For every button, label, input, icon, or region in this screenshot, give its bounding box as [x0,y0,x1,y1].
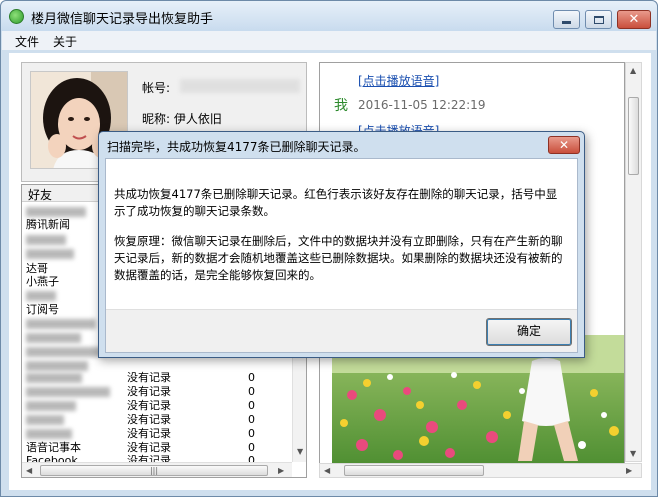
nickname-label: 昵称: [142,112,171,126]
minimize-icon [562,21,571,24]
dialog-message-principle: 恢复原理：微信聊天记录在删除后，文件中的数据块并没有立即删除，只有在产生新的聊天… [114,234,563,282]
dialog-title: 扫描完毕，共成功恢复4177条已删除聊天记录。 [107,140,366,154]
chat-vscroll[interactable]: ▲ ▼ [625,62,642,462]
maximize-button[interactable] [585,10,612,29]
friend-name: 语音记事本 [26,441,81,454]
maximize-icon [593,15,604,24]
chat-hscroll[interactable]: ◀ ▶ [319,463,642,478]
close-icon: ✕ [558,138,570,152]
dialog-footer: 确定 [106,309,577,352]
dialog-close-button[interactable]: ✕ [548,136,580,154]
table-row[interactable]: 没有记录 0 [22,427,292,441]
record-count: 0 [248,399,255,412]
nickname-value: 伊人依旧 [173,112,222,126]
scroll-right-icon[interactable]: ▶ [278,466,284,475]
friend-column-header: 好友 [28,188,53,202]
friend-name: 订阅号 [26,303,59,316]
table-row[interactable]: 没有记录 0 [22,371,292,385]
close-button[interactable]: ✕ [617,10,651,29]
table-row[interactable]: 语音记事本 没有记录 0 [22,441,292,455]
app-icon [9,9,24,24]
window-title: 楼月微信聊天记录导出恢复助手 [31,12,214,27]
record-status: 没有记录 [127,385,171,398]
play-voice-link[interactable]: [点击播放语音] [358,72,439,89]
ok-button[interactable]: 确定 [486,318,572,346]
title-bar: 楼月微信聊天记录导出恢复助手 ✕ [1,1,657,31]
vscroll-thumb[interactable] [628,97,639,175]
hscroll-thumb[interactable] [344,465,484,476]
scroll-up-icon[interactable]: ▲ [630,66,636,75]
scroll-right-icon[interactable]: ▶ [626,466,632,475]
scan-complete-dialog: 扫描完毕，共成功恢复4177条已删除聊天记录。 ✕ 共成功恢复4177条已删除聊… [98,131,585,358]
hscroll-thumb[interactable]: ||| [40,465,268,476]
menu-about[interactable]: 关于 [53,33,77,50]
record-status: 没有记录 [127,427,171,440]
menu-bar: 文件 关于 [2,31,656,50]
friend-name: 腾讯新闻 [26,218,70,231]
scroll-down-icon[interactable]: ▼ [630,449,636,458]
friend-name: 小燕子 [26,275,59,288]
table-row[interactable]: 没有记录 0 [22,385,292,399]
scroll-down-icon[interactable]: ▼ [297,447,303,456]
record-status: 没有记录 [127,441,171,454]
record-count: 0 [248,441,255,454]
message-timestamp: 2016-11-05 12:22:19 [358,98,486,112]
record-count: 0 [248,427,255,440]
dialog-message-summary: 共成功恢复4177条已删除聊天记录。红色行表示该好友存在删除的聊天记录，括号中显… [114,187,558,218]
record-count: 0 [248,385,255,398]
minimize-button[interactable] [553,10,580,29]
record-status: 没有记录 [127,399,171,412]
friend-name: 达哥 [26,262,48,275]
friend-list-hscroll[interactable]: ◀ ||| ▶ [22,462,292,477]
table-row[interactable]: 没有记录 0 [22,413,292,427]
close-icon: ✕ [628,12,640,27]
sender-label: 我 [334,98,348,114]
record-status: 没有记录 [127,413,171,426]
record-status: 没有记录 [127,371,171,384]
table-row[interactable]: 没有记录 0 [22,399,292,413]
account-label: 帐号: [142,81,171,95]
record-count: 0 [248,371,255,384]
menu-file[interactable]: 文件 [15,33,39,50]
dialog-body: 共成功恢复4177条已删除聊天记录。红色行表示该好友存在删除的聊天记录，括号中显… [105,158,578,353]
scroll-left-icon[interactable]: ◀ [324,466,330,475]
scroll-left-icon[interactable]: ◀ [26,466,32,475]
record-count: 0 [248,413,255,426]
account-value-redacted [180,79,300,93]
nickname: 昵称: 伊人依旧 [142,110,222,127]
